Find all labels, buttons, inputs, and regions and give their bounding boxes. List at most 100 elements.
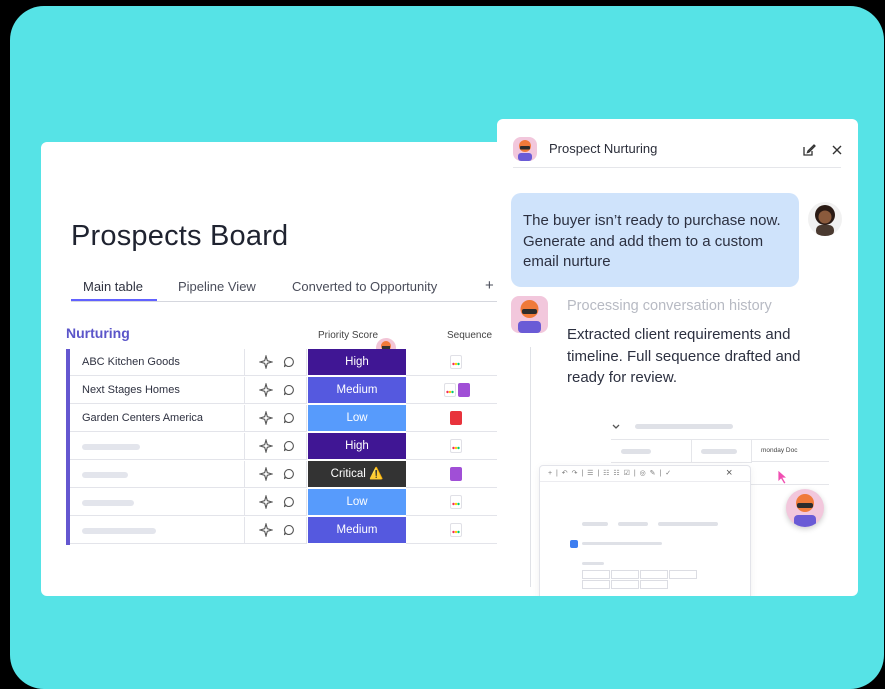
monday-logo-icon [452, 446, 460, 450]
table-row[interactable]: Medium [70, 517, 510, 545]
comment-icon[interactable] [283, 412, 295, 424]
tab-pipeline-view[interactable]: Pipeline View [178, 279, 256, 294]
mini-placeholder [621, 449, 651, 454]
table-row[interactable]: Critical ⚠️ [70, 461, 510, 489]
sequence-cell[interactable] [406, 517, 510, 544]
doc-table-cell [640, 580, 668, 589]
pdf-file-icon[interactable] [450, 411, 462, 425]
close-icon[interactable] [831, 144, 843, 156]
mini-cell [611, 440, 692, 463]
sparkle-icon[interactable] [259, 383, 273, 397]
monday-logo-icon [452, 362, 460, 366]
mini-placeholder [701, 449, 737, 454]
tab-main-table[interactable]: Main table [83, 279, 143, 294]
doc-placeholder [582, 522, 608, 526]
sparkle-icon[interactable] [259, 439, 273, 453]
doc-placeholder [658, 522, 718, 526]
table-row[interactable]: ABC Kitchen Goods High [70, 349, 510, 377]
group-title[interactable]: Nurturing [66, 325, 130, 341]
sequence-column-header[interactable]: Sequence [447, 330, 492, 341]
doc-table-cell [640, 570, 668, 579]
comment-icon[interactable] [283, 496, 295, 508]
prospect-name-cell[interactable] [70, 433, 245, 460]
priority-status-cell[interactable]: Medium [308, 517, 406, 544]
comment-icon[interactable] [283, 356, 295, 368]
doc-placeholder [582, 542, 662, 545]
row-actions-cell [245, 349, 307, 376]
form-file-icon[interactable] [458, 383, 470, 397]
comment-icon[interactable] [283, 384, 295, 396]
agent-cursor-avatar [786, 489, 824, 527]
priority-status-cell[interactable]: Low [308, 489, 406, 516]
sequence-cell[interactable] [406, 489, 510, 516]
processing-status: Processing conversation history [567, 298, 772, 314]
app-frame: Prospects Board Main table Pipeline View… [10, 6, 884, 689]
user-avatar [808, 202, 842, 236]
name-placeholder [82, 528, 156, 534]
monday-doc-icon[interactable] [444, 383, 456, 397]
doc-placeholder [618, 522, 648, 526]
table-row[interactable]: High [70, 433, 510, 461]
editor-close-icon[interactable]: × [726, 467, 732, 479]
sparkle-icon[interactable] [259, 495, 273, 509]
panel-title: Prospect Nurturing [549, 141, 658, 156]
doc-table-cell [582, 570, 610, 579]
row-actions-cell [245, 405, 307, 432]
priority-status-cell[interactable]: Medium [308, 377, 406, 404]
sparkle-icon[interactable] [259, 355, 273, 369]
name-placeholder [82, 500, 134, 506]
monday-doc-icon[interactable] [450, 495, 462, 509]
doc-table-cell [582, 580, 610, 589]
doc-add-icon[interactable] [570, 540, 578, 548]
sparkle-icon[interactable] [259, 411, 273, 425]
thread-line [530, 347, 531, 587]
table-row[interactable]: Low [70, 489, 510, 517]
monday-logo-icon [452, 530, 460, 534]
priority-column-header[interactable]: Priority Score [318, 330, 378, 341]
row-actions-cell [245, 461, 307, 488]
sparkle-icon[interactable] [259, 523, 273, 537]
sequence-cell[interactable] [406, 349, 510, 376]
user-message-text: The buyer isn’t ready to purchase now. G… [523, 212, 781, 270]
sequence-cell[interactable] [406, 405, 510, 432]
mini-cell [691, 440, 752, 463]
prospect-nurturing-panel: Prospect Nurturing The buyer isn’t ready… [497, 119, 858, 596]
editor-toolbar[interactable]: + | ↶ ↷ | ☰ | ☷ ☷ ☑ | ◎ ✎ | ✓ [540, 466, 750, 482]
prospect-name-cell[interactable]: Next Stages Homes [70, 377, 245, 404]
panel-header: Prospect Nurturing [513, 137, 843, 168]
sequence-cell[interactable] [406, 433, 510, 460]
name-placeholder [82, 472, 128, 478]
agent-reply-avatar [511, 296, 548, 333]
table-row[interactable]: Garden Centers America Low [70, 405, 510, 433]
priority-status-cell[interactable]: Low [308, 405, 406, 432]
monday-doc-icon[interactable] [450, 439, 462, 453]
edit-icon[interactable] [802, 143, 816, 157]
add-tab-button[interactable]: + [485, 277, 494, 294]
priority-status-cell[interactable]: High [308, 349, 406, 376]
monday-doc-icon[interactable] [450, 523, 462, 537]
monday-doc-icon[interactable] [450, 355, 462, 369]
priority-status-cell[interactable]: Critical ⚠️ [308, 461, 406, 488]
comment-icon[interactable] [283, 524, 295, 536]
form-file-icon[interactable] [450, 467, 462, 481]
prospect-name-cell[interactable]: ABC Kitchen Goods [70, 349, 245, 376]
comment-icon[interactable] [283, 440, 295, 452]
sparkle-icon[interactable] [259, 467, 273, 481]
prospects-board: Prospects Board Main table Pipeline View… [41, 142, 527, 596]
cursor-pointer-icon [777, 469, 789, 485]
sequence-cell[interactable] [406, 377, 510, 404]
tab-converted-to-opportunity[interactable]: Converted to Opportunity [292, 279, 437, 294]
prospect-name-cell[interactable] [70, 489, 245, 516]
sequence-cell[interactable] [406, 461, 510, 488]
row-actions-cell [245, 377, 307, 404]
priority-status-cell[interactable]: High [308, 433, 406, 460]
table-row[interactable]: Next Stages Homes Medium [70, 377, 510, 405]
comment-icon[interactable] [283, 468, 295, 480]
doc-table-preview [582, 570, 697, 590]
prospect-name-cell[interactable] [70, 517, 245, 544]
row-actions-cell [245, 433, 307, 460]
name-placeholder [82, 444, 140, 450]
prospect-name-cell[interactable] [70, 461, 245, 488]
chevron-down-icon[interactable] [611, 423, 621, 431]
prospect-name-cell[interactable]: Garden Centers America [70, 405, 245, 432]
